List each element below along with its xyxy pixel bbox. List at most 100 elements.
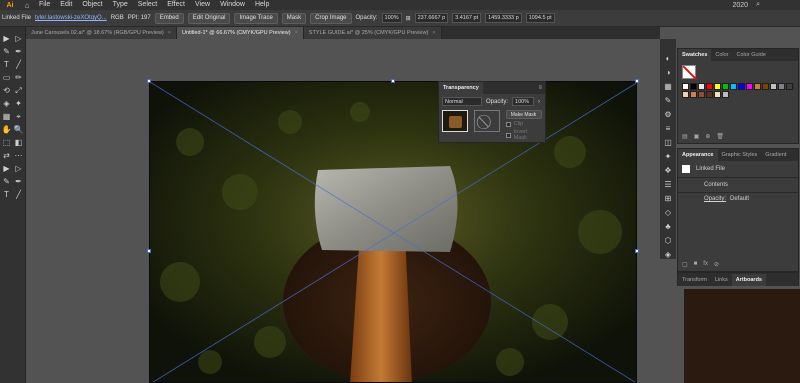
color-swatch[interactable] [682, 91, 689, 98]
invert-mask-checkbox[interactable]: Invert Mask [505, 129, 542, 141]
appearance-icon[interactable]: ⬡ [663, 235, 673, 245]
color-swatch[interactable] [714, 91, 721, 98]
club-symbol-icon[interactable]: ♣ [663, 221, 673, 231]
menu-window[interactable]: Window [215, 0, 250, 10]
placed-image[interactable] [149, 81, 637, 383]
home-icon[interactable]: ⌂ [20, 0, 34, 10]
color-guide-icon[interactable]: ◑ [663, 67, 673, 77]
add-fill-icon[interactable]: ■ [694, 261, 698, 268]
scale-tool-icon[interactable]: ⤢ [13, 85, 24, 96]
chevron-right-icon[interactable]: › [538, 99, 540, 105]
menu-effect[interactable]: Effect [162, 0, 190, 10]
appearance-object-row[interactable]: Linked File [678, 161, 798, 178]
color-swatch[interactable] [786, 83, 793, 90]
make-mask-button[interactable]: Make Mask [505, 110, 542, 119]
selection-tool-icon[interactable]: ▶ [1, 163, 12, 174]
color-swatch[interactable] [690, 83, 697, 90]
close-icon[interactable]: × [168, 30, 171, 36]
tab-color-guide[interactable]: Color Guide [733, 49, 770, 61]
pathfinder-icon[interactable]: ⊞ [663, 193, 673, 203]
hand-tool-icon[interactable]: ✋ [1, 124, 12, 135]
type-tool-icon[interactable]: T [1, 59, 12, 70]
tab-swatches[interactable]: Swatches [678, 49, 712, 61]
color-swatch[interactable] [722, 91, 729, 98]
clear-icon[interactable]: ⊘ [714, 261, 719, 268]
search-icon[interactable]: ⌕ [756, 1, 760, 9]
menu-object[interactable]: Object [77, 0, 107, 10]
color-swatch[interactable] [730, 83, 737, 90]
fill-stroke-indicator[interactable] [682, 65, 697, 80]
brushes-icon[interactable]: ✎ [663, 95, 673, 105]
fill-icon[interactable]: ⬚ [1, 137, 12, 148]
direct-selection-tool-icon[interactable]: ▷ [13, 163, 24, 174]
stroke-icon[interactable]: ◧ [13, 137, 24, 148]
x-input[interactable]: 237.6667 p [414, 13, 449, 23]
tab-graphic-styles[interactable]: Graphic Styles [718, 149, 762, 161]
mask-button[interactable]: Mask [281, 12, 307, 24]
h-input[interactable]: 1094.5 pt [525, 13, 555, 23]
color-swatch[interactable] [754, 83, 761, 90]
direct-selection-tool-icon[interactable]: ▷ [13, 33, 24, 44]
pen-tool-icon[interactable]: ✒ [13, 46, 24, 57]
tab-transparency[interactable]: Transparency [439, 82, 483, 94]
color-swatch[interactable] [762, 83, 769, 90]
color-swatch[interactable] [714, 83, 721, 90]
symbol-sprayer-icon[interactable]: ✦ [13, 98, 24, 109]
edit-original-button[interactable]: Edit Original [187, 12, 231, 24]
w-input[interactable]: 1459.3333 p [485, 13, 522, 23]
tab-untitled[interactable]: Untitled-1* @ 66.67% (CMYK/GPU Preview) × [176, 27, 304, 39]
zoom-tool-icon[interactable]: 🔍 [13, 124, 24, 135]
menu-view[interactable]: View [190, 0, 215, 10]
mask-thumbnail[interactable]: ⃠ [473, 110, 500, 132]
artboard-tool-icon[interactable]: ⌖ [13, 111, 24, 122]
new-group-icon[interactable]: ▣ [694, 133, 700, 140]
line-tool-icon[interactable]: ╱ [13, 59, 24, 70]
opacity-input[interactable]: 100% [512, 97, 535, 106]
rotate-tool-icon[interactable]: ⟲ [1, 85, 12, 96]
library-icon[interactable]: ▤ [682, 133, 688, 140]
close-icon[interactable]: × [432, 30, 435, 36]
color-swatch[interactable] [690, 91, 697, 98]
line-tool-icon[interactable]: ╱ [13, 189, 24, 200]
y-input[interactable]: 3.4167 pt [452, 13, 482, 23]
close-icon[interactable]: × [295, 30, 298, 36]
graph-tool-icon[interactable]: ▦ [1, 111, 12, 122]
paintbrush-tool-icon[interactable]: ✏ [13, 72, 24, 83]
pencil-tool-icon[interactable]: ✎ [1, 176, 12, 187]
menu-file[interactable]: File [34, 0, 55, 10]
tab-gradient[interactable]: Gradient [761, 149, 790, 161]
tab-links[interactable]: Links [711, 274, 732, 286]
graphic-styles-icon[interactable]: ❖ [663, 165, 673, 175]
color-swatch[interactable] [746, 83, 753, 90]
opacity-input[interactable]: 100% [381, 13, 402, 23]
delete-icon[interactable]: 🗑 [716, 133, 724, 140]
color-swatch[interactable] [722, 83, 729, 90]
layers-icon[interactable]: ≡ [663, 123, 673, 133]
shape-builder-icon[interactable]: ◈ [1, 98, 12, 109]
transform-icon[interactable]: ◇ [663, 207, 673, 217]
blend-mode-select[interactable]: Normal [442, 97, 482, 106]
settings-icon[interactable]: ⚙ [663, 109, 673, 119]
rectangle-tool-icon[interactable]: ▭ [1, 72, 12, 83]
fx-icon[interactable]: fx [703, 261, 708, 268]
new-swatch-icon[interactable]: ⊕ [705, 133, 710, 140]
bbox-handle-tl[interactable] [147, 79, 151, 83]
color-swatch[interactable] [738, 83, 745, 90]
color-swatch[interactable] [778, 83, 785, 90]
align-icon[interactable]: ☰ [663, 179, 673, 189]
tab-style-guide[interactable]: STYLE GUIDE.ai* @ 25% (CMYK/GPU Preview)… [303, 27, 442, 39]
color-swatch[interactable] [698, 83, 705, 90]
clip-checkbox[interactable]: Clip [505, 121, 542, 127]
align-icon[interactable]: ⊞ [406, 15, 411, 22]
bbox-handle-tr[interactable] [635, 79, 639, 83]
symbols-icon[interactable]: ✦ [663, 151, 673, 161]
pencil-tool-icon[interactable]: ✎ [1, 46, 12, 57]
bbox-handle-ml[interactable] [147, 249, 151, 253]
canvas-area[interactable]: Transparency ≡ Normal Opacity: 100% › ⃠ … [26, 39, 660, 383]
tab-appearance[interactable]: Appearance [678, 149, 718, 161]
crop-image-button[interactable]: Crop Image [310, 12, 352, 24]
panel-menu-icon[interactable]: ≡ [538, 85, 542, 91]
menu-select[interactable]: Select [133, 0, 162, 10]
links-icon[interactable]: ◈ [663, 249, 673, 259]
swap-icon[interactable]: ⇄ [1, 150, 12, 161]
